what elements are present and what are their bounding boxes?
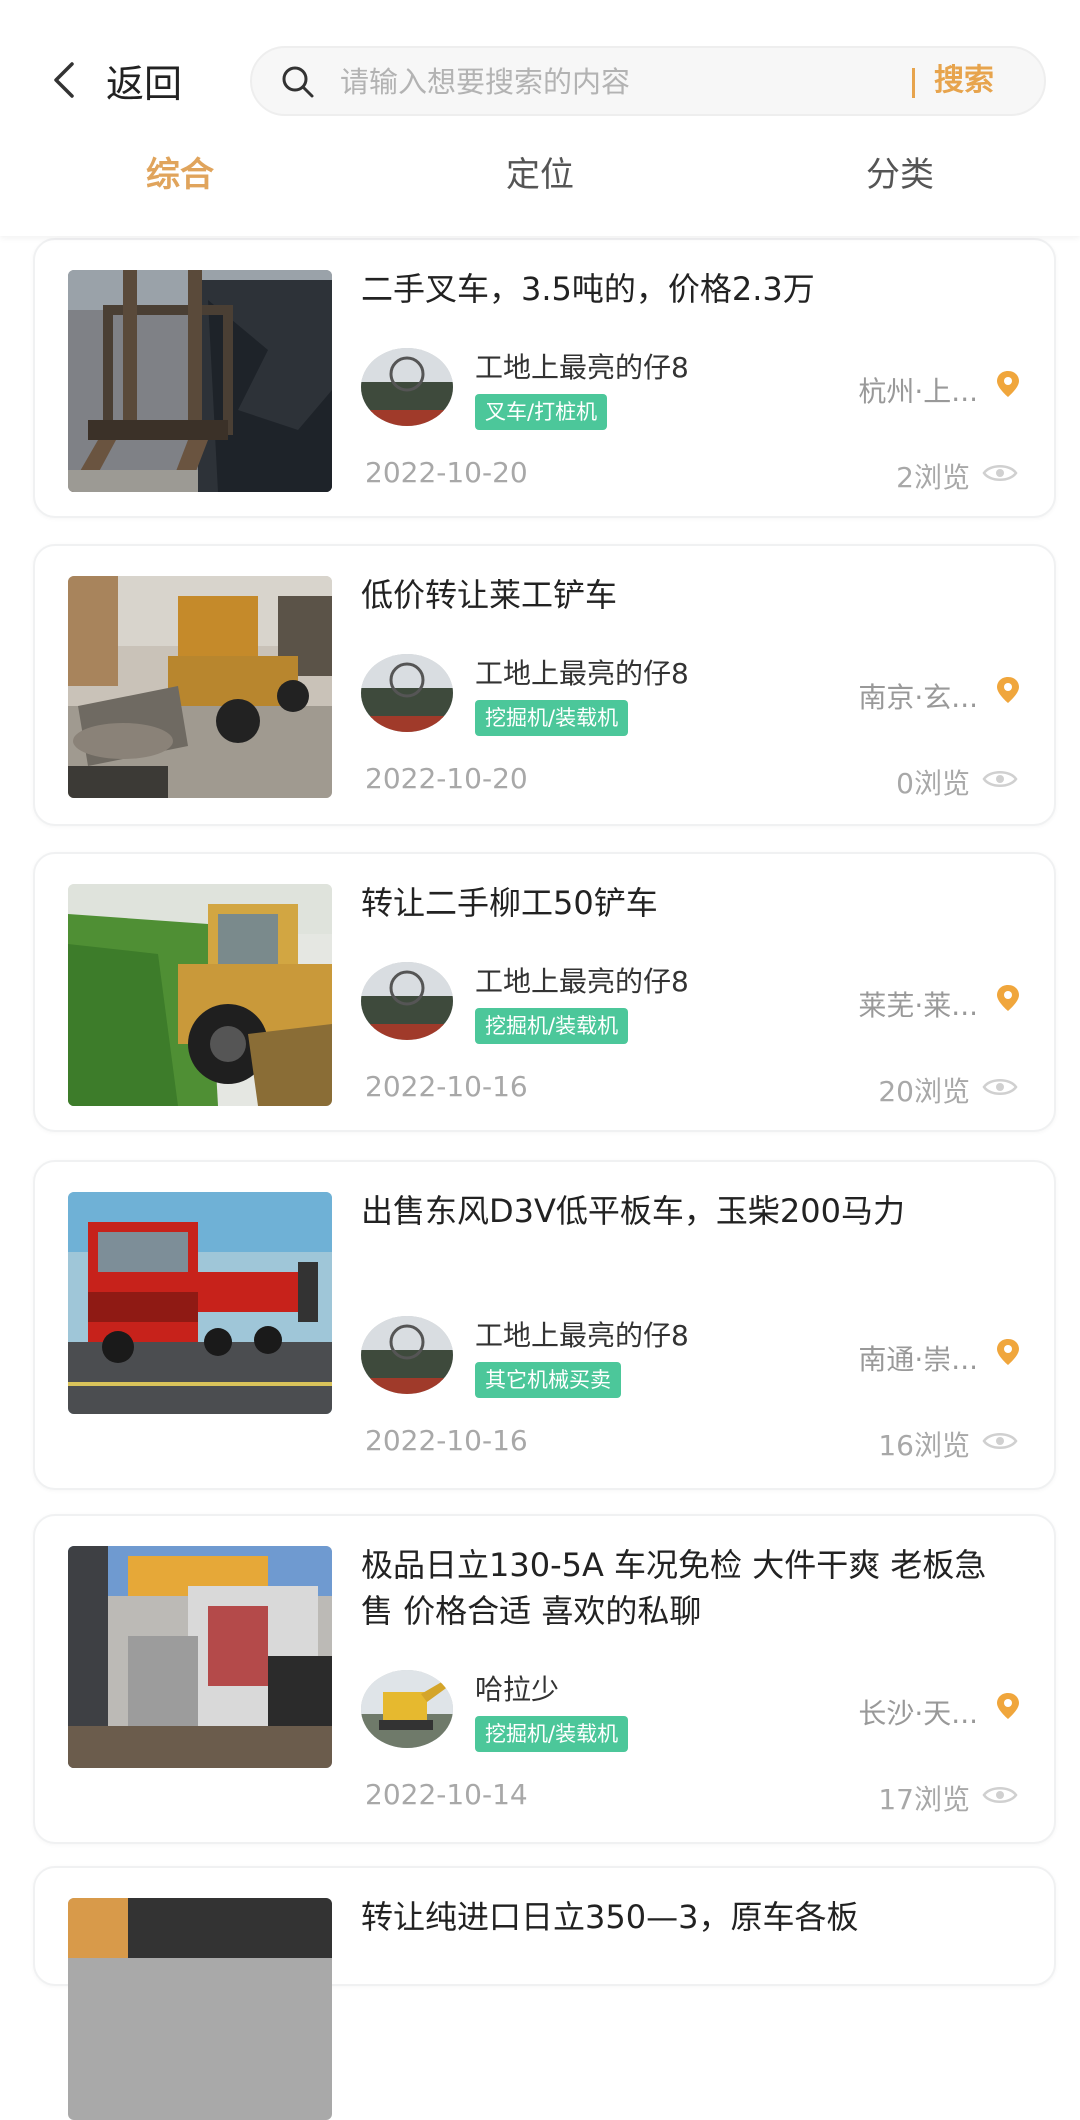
seller-name: 工地上最亮的仔8: [475, 965, 689, 998]
eye-icon: [982, 771, 1018, 787]
search-input[interactable]: [338, 48, 862, 116]
chevron-left-icon: [54, 62, 74, 98]
listing-card[interactable]: 二手叉车，3.5吨的，价格2.3万 工地上最亮的仔8 叉车/打桩机 杭州·上..…: [33, 238, 1056, 518]
location-pin-icon: [997, 985, 1019, 1011]
view-count: 17浏览: [878, 1783, 970, 1816]
view-count: 20浏览: [878, 1075, 970, 1108]
eye-icon: [982, 465, 1018, 481]
listing-photo: [68, 270, 332, 492]
tab-location[interactable]: 定位: [360, 140, 720, 210]
listing-card[interactable]: 低价转让莱工铲车 工地上最亮的仔8 挖掘机/装载机 南京·玄... 2022-1…: [33, 544, 1056, 826]
eye-icon: [982, 1433, 1018, 1449]
listing-date: 2022-10-14: [365, 1778, 528, 1811]
listing-card[interactable]: 出售东风D3V低平板车，玉柴200马力 工地上最亮的仔8 其它机械买卖 南通·崇…: [33, 1160, 1056, 1490]
listing-card[interactable]: 转让纯进口日立350—3，原车各板: [33, 1866, 1056, 2120]
view-count: 16浏览: [878, 1429, 970, 1462]
location-pin-icon: [997, 1693, 1019, 1719]
category-tag: 叉车/打桩机: [475, 394, 608, 430]
view-count: 0浏览: [896, 767, 970, 800]
listing-photo: [68, 1546, 332, 1768]
category-tag: 挖掘机/装载机: [475, 1716, 629, 1752]
listing-title: 转让纯进口日立350—3，原车各板: [361, 1898, 859, 1936]
listing-title: 转让二手柳工50铲车: [361, 884, 658, 922]
top-bar: 返回 搜索 综合 定位 分类: [0, 0, 1080, 236]
filter-tabs: 综合 定位 分类: [0, 140, 1080, 210]
listing-photo: [68, 576, 332, 798]
listing-location: 长沙·天...: [858, 1697, 978, 1730]
listing-title: 二手叉车，3.5吨的，价格2.3万: [361, 270, 815, 308]
listing-date: 2022-10-20: [365, 762, 528, 795]
seller-name: 工地上最亮的仔8: [475, 1319, 689, 1352]
listing-date: 2022-10-20: [365, 456, 528, 489]
view-count: 2浏览: [896, 461, 970, 494]
listing-photo: [68, 1192, 332, 1414]
listing-card[interactable]: 转让二手柳工50铲车 工地上最亮的仔8 挖掘机/装载机 莱芜·莱... 2022…: [33, 852, 1056, 1132]
listing-photo: [68, 884, 332, 1106]
listing-date: 2022-10-16: [365, 1070, 528, 1103]
eye-icon: [982, 1787, 1018, 1803]
listing-location: 杭州·上...: [858, 375, 978, 408]
tab-category[interactable]: 分类: [720, 140, 1080, 210]
listing-date: 2022-10-16: [365, 1424, 528, 1457]
location-pin-icon: [997, 1339, 1019, 1365]
eye-icon: [982, 1079, 1018, 1095]
location-pin-icon: [997, 677, 1019, 703]
search-divider: [912, 68, 915, 98]
listing-location: 南通·崇...: [858, 1343, 978, 1376]
listing-photo: [68, 1898, 332, 2120]
avatar: [361, 654, 453, 732]
seller-name: 工地上最亮的仔8: [475, 657, 689, 690]
listing-title: 极品日立130-5A 车况免检 大件干爽 老板急售 价格合适 喜欢的私聊: [361, 1546, 987, 1630]
category-tag: 挖掘机/装载机: [475, 700, 629, 736]
back-button[interactable]: 返回: [44, 50, 182, 110]
seller-name: 哈拉少: [475, 1673, 560, 1706]
listing-location: 莱芜·莱...: [858, 989, 978, 1022]
search-icon: [282, 66, 314, 98]
avatar: [361, 962, 453, 1040]
category-tag: 其它机械买卖: [475, 1362, 621, 1398]
listing-title: 低价转让莱工铲车: [361, 576, 618, 614]
tab-comprehensive[interactable]: 综合: [0, 140, 360, 210]
listing-title: 出售东风D3V低平板车，玉柴200马力: [361, 1192, 905, 1230]
avatar: [361, 1670, 453, 1748]
search-button[interactable]: 搜索: [934, 48, 994, 114]
back-label: 返回: [106, 61, 183, 106]
listing-location: 南京·玄...: [858, 681, 978, 714]
category-tag: 挖掘机/装载机: [475, 1008, 629, 1044]
listing-card[interactable]: 极品日立130-5A 车况免检 大件干爽 老板急售 价格合适 喜欢的私聊 哈拉少…: [33, 1514, 1056, 1844]
avatar: [361, 348, 453, 426]
location-pin-icon: [997, 371, 1019, 397]
seller-name: 工地上最亮的仔8: [475, 351, 689, 384]
search-bar: 搜索: [250, 46, 1046, 116]
avatar: [361, 1316, 453, 1394]
